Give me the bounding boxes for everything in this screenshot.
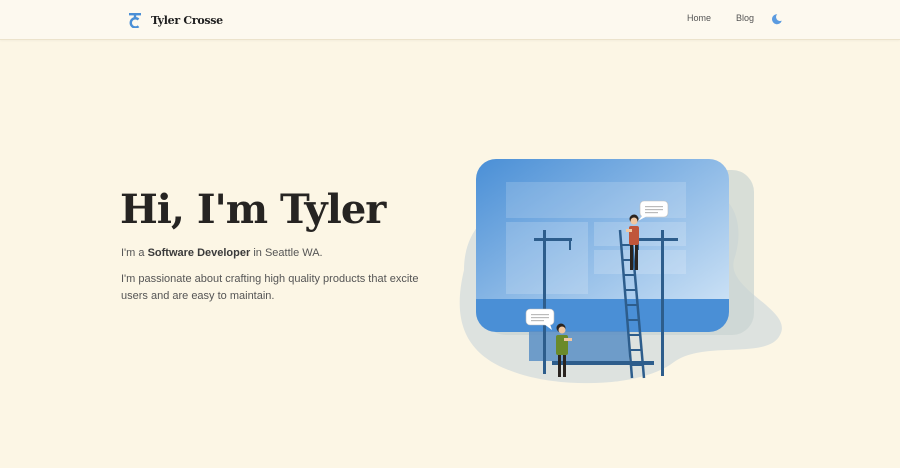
intro-prefix: I'm a — [121, 247, 148, 259]
site-header: Tyler Crosse Home Blog — [0, 0, 900, 40]
moon-icon[interactable] — [771, 13, 783, 25]
panel-left — [506, 222, 588, 294]
nav-blog-link[interactable]: Blog — [736, 13, 754, 23]
hero-title: Hi, I'm Tyler — [120, 186, 386, 233]
scaffold-right-arm — [634, 238, 678, 241]
scaffold-right-post — [661, 230, 664, 376]
hero-illustration — [459, 159, 782, 384]
hero-description: I'm passionate about crafting high quali… — [121, 273, 419, 302]
intro-suffix: in Seattle WA. — [250, 247, 323, 259]
ground-bar — [552, 361, 654, 365]
hero-intro: I'm a Software Developer in Seattle WA. — [121, 245, 323, 261]
nav-home-link[interactable]: Home — [687, 13, 711, 23]
tc-logo-icon — [129, 13, 141, 28]
intro-role: Software Developer — [147, 247, 251, 259]
brand-link[interactable]: Tyler Crosse — [128, 10, 223, 30]
panel-right-1 — [594, 222, 686, 246]
scaffold-left-drop — [569, 238, 571, 250]
scaffold-left-arm — [534, 238, 572, 241]
board-bottom-band — [476, 299, 729, 332]
scaffold-left-post — [543, 230, 546, 374]
panel-right-2 — [594, 250, 686, 274]
brand-name: Tyler Crosse — [151, 13, 223, 27]
